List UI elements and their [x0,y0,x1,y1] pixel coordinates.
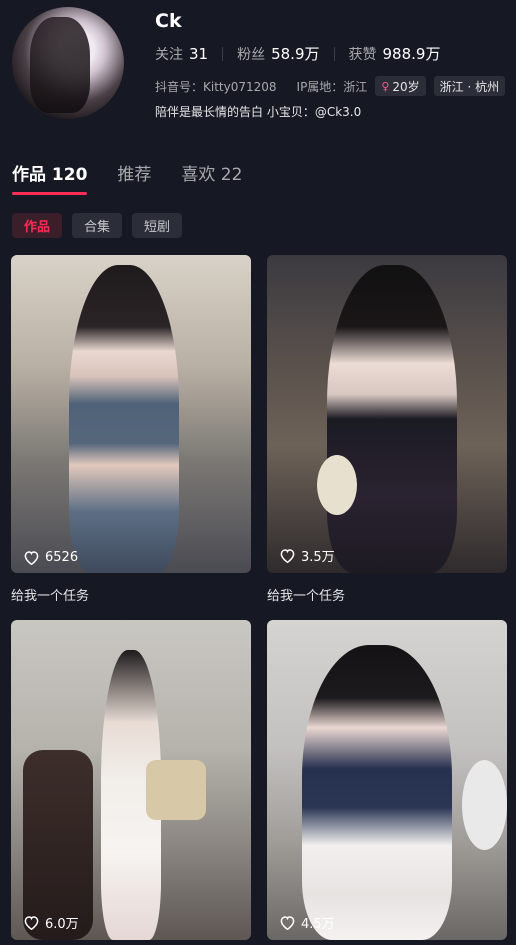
profile-stats: 关注 31 粉丝 58.9万 获赞 988.9万 [155,43,440,64]
region-text: 浙江 · 杭州 [439,79,500,94]
profile-meta: 抖音号：Kitty071208 IP属地：浙江 ♀ 20岁 浙江 · 杭州 [155,76,506,96]
video-likes: 3.5万 [279,546,335,565]
filter-short-dramas[interactable]: 短剧 [132,213,183,238]
tab-recommend[interactable]: 推荐 [117,160,151,195]
video-card[interactable]: 3.5万 给我一个任务 [267,255,507,605]
video-card[interactable]: 6.0万 [11,620,251,940]
video-thumbnail[interactable]: 6526 [11,255,251,573]
tab-liked[interactable]: 喜欢 22 [181,160,242,195]
followers-label: 粉丝 [237,46,266,63]
age-text: 20岁 [392,79,420,94]
region-chip: 浙江 · 杭州 [433,76,506,96]
video-thumbnail[interactable]: 6.0万 [11,620,251,940]
age-chip: ♀ 20岁 [375,76,426,96]
video-caption: 给我一个任务 [11,589,90,604]
profile-bio: 陪伴是最长情的告白 小宝贝：@Ck3.0 [155,105,362,119]
likes-count-text: 4.5万 [301,917,335,932]
video-card[interactable]: 6526 给我一个任务 [11,255,251,605]
video-likes: 4.5万 [279,913,335,932]
ip-location: IP属地：浙江 [296,79,368,94]
likes-count-text: 3.5万 [301,550,335,565]
filter-pills: 作品 合集 短剧 [12,213,192,238]
heart-icon [280,916,295,930]
douyin-id: 抖音号：Kitty071208 [155,79,277,94]
filter-works[interactable]: 作品 [12,213,63,238]
likes-count-text: 6.0万 [45,917,79,932]
following-label: 关注 [155,46,183,63]
video-thumbnail[interactable]: 4.5万 [267,620,507,940]
profile-tabs: 作品 120 推荐 喜欢 22 [12,160,272,195]
likes-count-text: 6526 [45,550,79,565]
followers-count[interactable]: 58.9万 [271,43,319,64]
likes-count: 988.9万 [382,45,441,63]
following-count[interactable]: 31 [189,45,208,63]
stats-divider [333,46,335,61]
tab-works[interactable]: 作品 120 [12,160,88,195]
video-thumbnail[interactable]: 3.5万 [267,255,507,573]
video-caption: 给我一个任务 [267,589,346,604]
female-icon: ♀ [381,79,390,93]
heart-icon [280,549,295,563]
heart-icon [24,916,39,930]
avatar-image [30,17,90,113]
heart-icon [24,551,39,565]
video-card[interactable]: 4.5万 [267,620,507,940]
profile-avatar[interactable] [12,7,124,119]
likes-label: 获赞 [348,46,377,63]
filter-collections[interactable]: 合集 [72,213,123,238]
profile-name: Ck [155,10,182,32]
video-likes: 6.0万 [23,913,79,932]
stats-divider [222,46,224,61]
video-likes: 6526 [23,550,78,565]
